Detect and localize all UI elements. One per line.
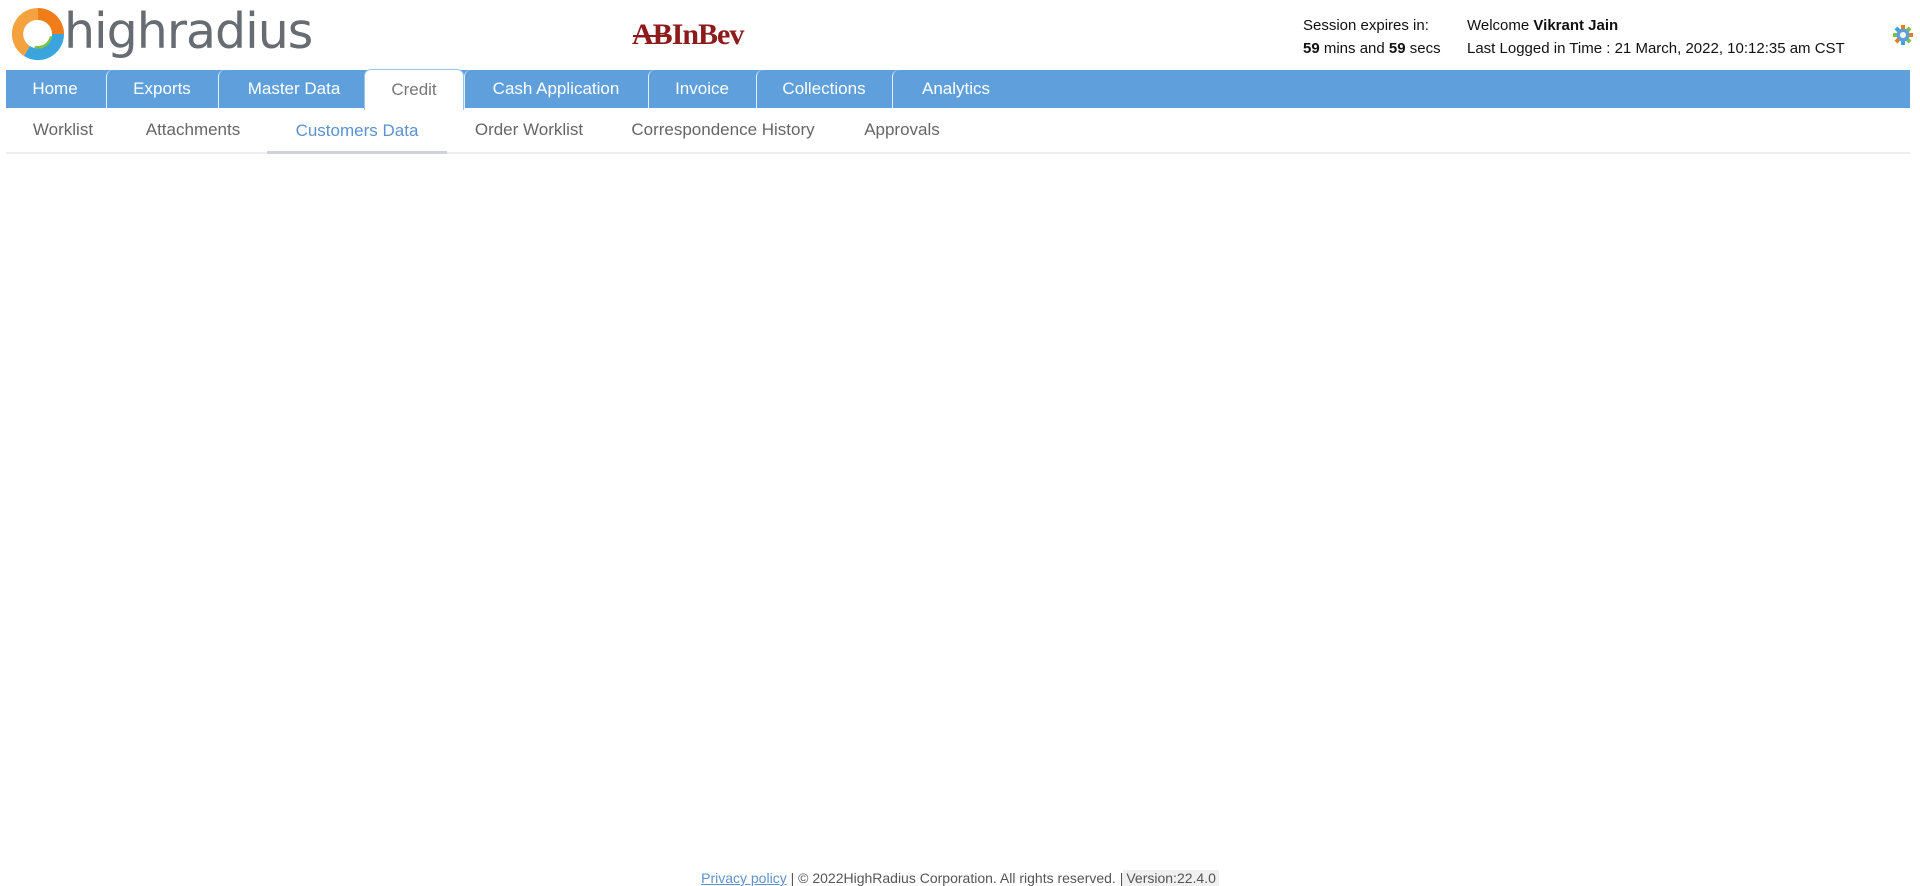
sub-nav: Worklist Attachments Customers Data Orde… xyxy=(6,110,1910,154)
brand-part-ab: AB xyxy=(632,18,673,51)
tab-invoice[interactable]: Invoice xyxy=(648,70,755,108)
session-label: Session expires in: xyxy=(1303,17,1429,34)
subtab-order-worklist[interactable]: Order Worklist xyxy=(451,110,607,150)
tab-home[interactable]: Home xyxy=(6,70,104,108)
gear-icon[interactable] xyxy=(1892,24,1914,46)
logo-text: highradius xyxy=(64,2,313,60)
app-header: highradius ABInBev Session expires in: 5… xyxy=(0,0,1920,70)
last-login: Last Logged in Time : 21 March, 2022, 10… xyxy=(1467,40,1845,57)
session-countdown: 59 mins and 59 secs xyxy=(1303,37,1441,60)
session-timer: Session expires in: 59 mins and 59 secs xyxy=(1303,14,1441,60)
tab-cash-application[interactable]: Cash Application xyxy=(464,70,647,108)
tab-exports[interactable]: Exports xyxy=(106,70,217,108)
privacy-policy-link[interactable]: Privacy policy xyxy=(701,870,787,886)
user-welcome: Welcome Vikrant Jain Last Logged in Time… xyxy=(1467,14,1845,60)
user-name: Vikrant Jain xyxy=(1533,17,1619,34)
tab-analytics[interactable]: Analytics xyxy=(892,70,1019,108)
welcome-line: Welcome Vikrant Jain xyxy=(1467,14,1845,37)
brand-part-inbev: InBev xyxy=(671,18,745,51)
tab-credit[interactable]: Credit xyxy=(364,69,464,110)
subtab-customers-data[interactable]: Customers Data xyxy=(267,110,447,154)
page-footer: Privacy policy | © 2022HighRadius Corpor… xyxy=(0,870,1920,886)
session-mins-text: mins and xyxy=(1319,40,1389,57)
client-brand-logo: ABInBev xyxy=(632,18,745,52)
session-seconds: 59 xyxy=(1388,40,1406,57)
main-nav: Home Exports Master Data Credit Cash App… xyxy=(6,69,1910,110)
footer-version: Version:22.4.0 xyxy=(1123,870,1219,886)
tab-collections[interactable]: Collections xyxy=(756,70,891,108)
subtab-approvals[interactable]: Approvals xyxy=(840,110,964,150)
subtab-worklist[interactable]: Worklist xyxy=(6,110,120,150)
tab-master-data[interactable]: Master Data xyxy=(218,70,369,108)
subtab-attachments[interactable]: Attachments xyxy=(122,110,264,150)
session-secs-text: secs xyxy=(1405,40,1441,57)
session-minutes: 59 xyxy=(1303,40,1320,57)
highradius-logo-icon xyxy=(11,7,65,61)
highradius-logo[interactable]: highradius xyxy=(8,2,313,66)
footer-separator: | xyxy=(786,870,799,886)
subtab-correspondence-history[interactable]: Correspondence History xyxy=(610,110,836,150)
welcome-prefix: Welcome xyxy=(1467,17,1534,34)
footer-copyright: © 2022HighRadius Corporation. All rights… xyxy=(798,870,1124,886)
